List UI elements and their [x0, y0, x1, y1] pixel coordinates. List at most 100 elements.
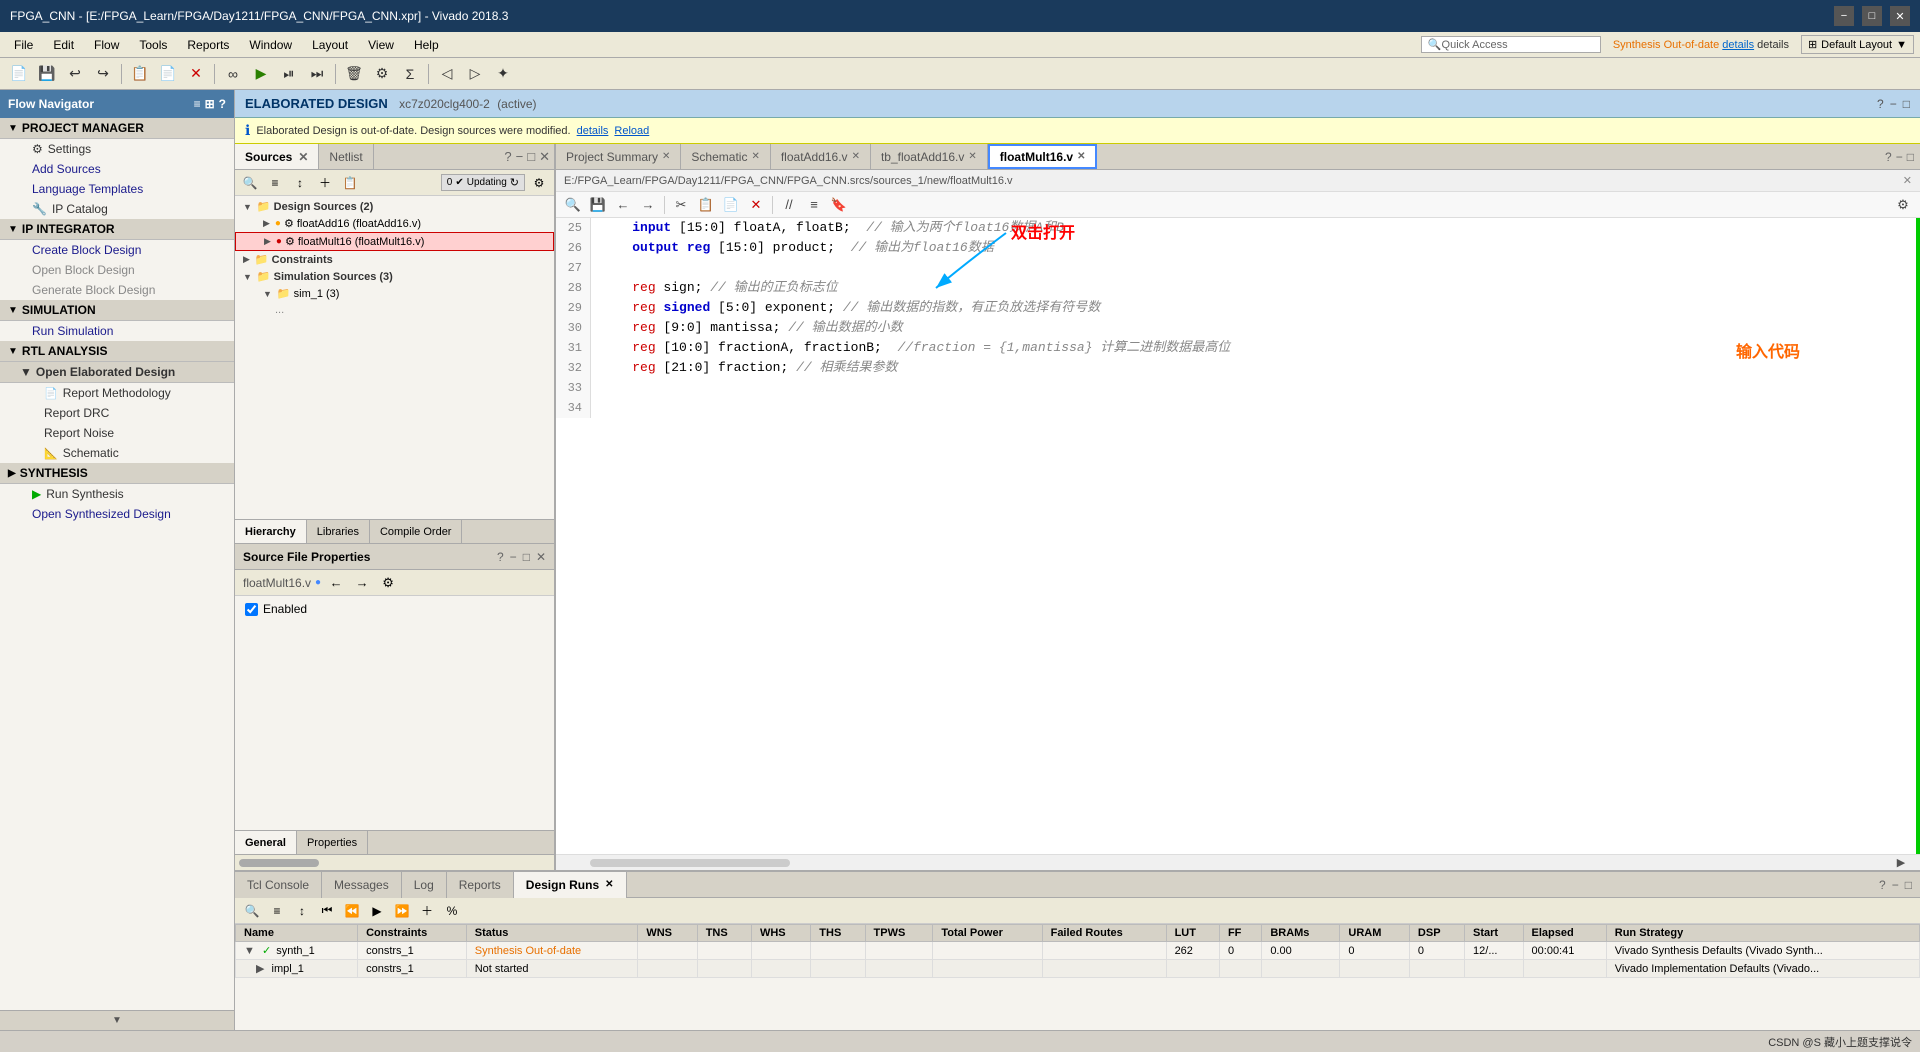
- tab-fm16-close[interactable]: ✕: [1077, 151, 1085, 162]
- toolbar-new[interactable]: 📄: [6, 62, 32, 86]
- bot-expand-btn[interactable]: ↕: [291, 901, 313, 921]
- col-ths[interactable]: THS: [811, 925, 865, 942]
- sfp-min-icon[interactable]: −: [510, 550, 517, 564]
- nav-create-block[interactable]: Create Block Design: [0, 240, 234, 260]
- impl1-expand[interactable]: ▶: [256, 963, 264, 975]
- menu-flow[interactable]: Flow: [86, 36, 127, 54]
- nav-report-drc[interactable]: Report DRC: [0, 403, 234, 423]
- sim1-item[interactable]: ▼ 📁 sim_1 (3): [235, 285, 554, 302]
- sfp-properties-tab[interactable]: Properties: [297, 831, 368, 854]
- toolbar-step[interactable]: ⏯: [276, 62, 302, 86]
- editor-hscroll[interactable]: ▶: [556, 854, 1920, 870]
- tab-sch-close[interactable]: ✕: [751, 151, 759, 162]
- bot-collapse-btn[interactable]: ≡: [266, 901, 288, 921]
- design-sources-group[interactable]: ▼ 📁 Design Sources (2): [235, 198, 554, 215]
- nav-report-methodology[interactable]: 📄 Report Methodology: [0, 383, 234, 403]
- sfp-help-icon[interactable]: ?: [497, 550, 504, 564]
- layout-selector[interactable]: ⊞ Default Layout ▼: [1801, 35, 1914, 54]
- ed-back-btn[interactable]: ←: [612, 195, 634, 215]
- col-name[interactable]: Name: [236, 925, 358, 942]
- bottom-help-icon[interactable]: ?: [1879, 878, 1886, 892]
- src-panel-close[interactable]: ✕: [539, 149, 550, 165]
- bot-play-btn[interactable]: ▶: [366, 901, 388, 921]
- sim-sources-group[interactable]: ▼ 📁 Simulation Sources (3): [235, 268, 554, 285]
- col-elapsed[interactable]: Elapsed: [1523, 925, 1606, 942]
- sfp-general-tab[interactable]: General: [235, 831, 297, 854]
- toolbar-back[interactable]: ◁: [434, 62, 460, 86]
- menu-reports[interactable]: Reports: [179, 36, 237, 54]
- toolbar-undo[interactable]: ↩: [62, 62, 88, 86]
- nav-open-block[interactable]: Open Block Design: [0, 260, 234, 280]
- tab-log[interactable]: Log: [402, 872, 447, 898]
- col-constraints[interactable]: Constraints: [358, 925, 467, 942]
- editor-min-icon[interactable]: −: [1896, 150, 1903, 164]
- src-copy-btn[interactable]: 📋: [339, 173, 361, 193]
- synth-details-link2[interactable]: details: [1757, 39, 1789, 51]
- col-tpws[interactable]: TPWS: [865, 925, 933, 942]
- editor-max-icon[interactable]: □: [1907, 150, 1914, 164]
- nav-report-noise[interactable]: Report Noise: [0, 423, 234, 443]
- toolbar-delete[interactable]: ✕: [183, 62, 209, 86]
- libraries-tab[interactable]: Libraries: [307, 520, 370, 543]
- ed-paste-btn[interactable]: 📄: [720, 195, 742, 215]
- toolbar-save[interactable]: 💾: [34, 62, 60, 86]
- menu-file[interactable]: File: [6, 36, 41, 54]
- elab-min-icon[interactable]: −: [1890, 97, 1897, 111]
- col-tns[interactable]: TNS: [697, 925, 751, 942]
- sfp-settings-btn[interactable]: ⚙: [377, 573, 399, 593]
- col-wns[interactable]: WNS: [638, 925, 697, 942]
- ed-bookmark-btn[interactable]: 🔖: [828, 195, 850, 215]
- ed-format-btn[interactable]: ≡: [803, 195, 825, 215]
- tab-floatmult16[interactable]: floatMult16.v ✕: [988, 144, 1098, 169]
- col-failed-routes[interactable]: Failed Routes: [1042, 925, 1166, 942]
- menu-edit[interactable]: Edit: [45, 36, 82, 54]
- col-total-power[interactable]: Total Power: [933, 925, 1042, 942]
- nav-run-synthesis[interactable]: ▶ Run Synthesis: [0, 484, 234, 504]
- bottom-max-icon[interactable]: □: [1905, 878, 1912, 892]
- nav-run-simulation[interactable]: Run Simulation: [0, 321, 234, 341]
- col-brams[interactable]: BRAMs: [1262, 925, 1340, 942]
- ed-save-btn[interactable]: 💾: [587, 195, 609, 215]
- enabled-checkbox-input[interactable]: [245, 603, 258, 616]
- constraints-group[interactable]: ▶ 📁 Constraints: [235, 251, 554, 268]
- sfp-close-icon[interactable]: ✕: [536, 550, 546, 564]
- sources-tab[interactable]: Sources ✕: [235, 144, 319, 169]
- nav-icon-3[interactable]: ?: [219, 97, 226, 111]
- synth1-expand[interactable]: ▼: [244, 945, 255, 957]
- nav-open-synthesized[interactable]: Open Synthesized Design: [0, 504, 234, 524]
- sfp-forward-btn[interactable]: →: [351, 573, 373, 593]
- ed-cut-btn[interactable]: ✂: [670, 195, 692, 215]
- toolbar-link[interactable]: ∞: [220, 62, 246, 86]
- src-add-btn[interactable]: ＋: [314, 173, 336, 193]
- menu-window[interactable]: Window: [241, 36, 300, 54]
- nav-open-elaborated[interactable]: ▼ Open Elaborated Design: [0, 362, 234, 383]
- elab-help-icon[interactable]: ?: [1877, 97, 1884, 111]
- toolbar-redo[interactable]: ↪: [90, 62, 116, 86]
- ed-delete-btn[interactable]: ✕: [745, 195, 767, 215]
- bot-prev-btn[interactable]: ⏪: [341, 901, 363, 921]
- col-status[interactable]: Status: [466, 925, 638, 942]
- toolbar-trash[interactable]: 🗑: [341, 62, 367, 86]
- section-project-manager[interactable]: ▼ PROJECT MANAGER: [0, 118, 234, 139]
- sfp-back-btn[interactable]: ←: [325, 573, 347, 593]
- src-settings-btn[interactable]: ⚙: [528, 173, 550, 193]
- section-rtl-analysis[interactable]: ▼ RTL ANALYSIS: [0, 341, 234, 362]
- minimize-button[interactable]: −: [1834, 6, 1854, 26]
- toolbar-paste[interactable]: 📄: [155, 62, 181, 86]
- src-panel-min[interactable]: −: [516, 149, 524, 164]
- editor-path-close[interactable]: ✕: [1903, 174, 1912, 187]
- ed-settings-right-btn[interactable]: ⚙: [1892, 195, 1914, 215]
- maximize-button[interactable]: □: [1862, 6, 1882, 26]
- col-dsp[interactable]: DSP: [1409, 925, 1464, 942]
- sfp-enabled-checkbox[interactable]: Enabled: [245, 602, 544, 616]
- editor-hscroll-thumb[interactable]: [590, 859, 790, 867]
- toolbar-step-over[interactable]: ⏭: [304, 62, 330, 86]
- src-search-btn[interactable]: 🔍: [239, 173, 261, 193]
- elab-max-icon[interactable]: □: [1903, 97, 1910, 111]
- table-row-synth1[interactable]: ▼ ✓ synth_1 constrs_1 Synthesis Out-of-d…: [236, 942, 1920, 960]
- floatmult16-item[interactable]: ▶ ● ⚙ floatMult16 (floatMult16.v): [235, 232, 554, 251]
- nav-generate-block[interactable]: Generate Block Design: [0, 280, 234, 300]
- tab-reports[interactable]: Reports: [447, 872, 514, 898]
- toolbar-star[interactable]: ✦: [490, 62, 516, 86]
- col-run-strategy[interactable]: Run Strategy: [1606, 925, 1919, 942]
